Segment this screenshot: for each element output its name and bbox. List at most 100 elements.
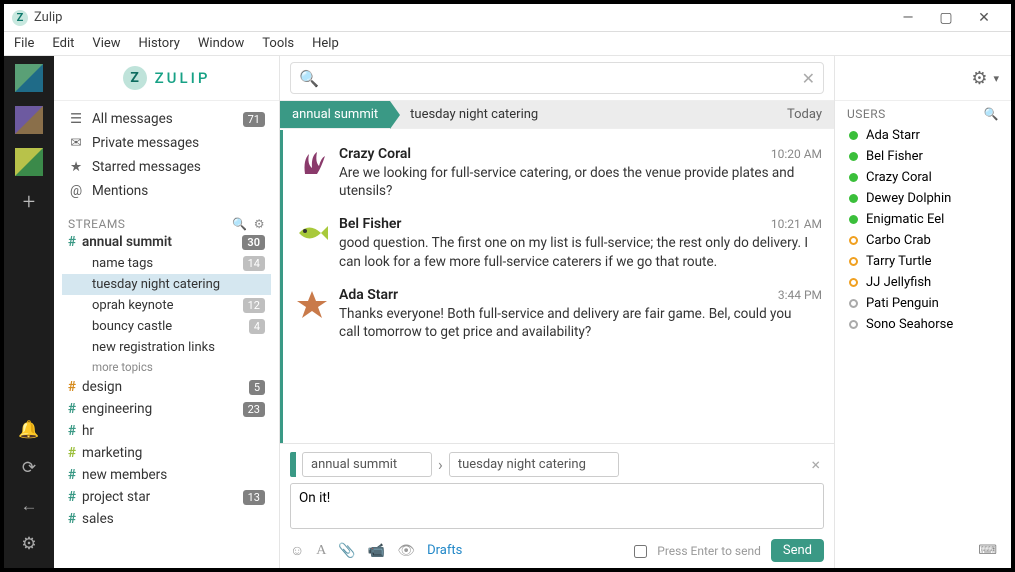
- format-icon[interactable]: A: [316, 543, 326, 559]
- menu-file[interactable]: File: [14, 36, 34, 51]
- nav-starred-messages[interactable]: ★ Starred messages: [62, 155, 271, 179]
- search-clear-icon[interactable]: ✕: [802, 69, 815, 88]
- refresh-icon[interactable]: ⟳: [22, 458, 36, 478]
- window-minimize-button[interactable]: —: [889, 10, 927, 26]
- send-button[interactable]: Send: [771, 539, 824, 562]
- keyboard-icon[interactable]: ⌨: [978, 543, 997, 558]
- message-time: 10:21 AM: [771, 217, 822, 231]
- window-close-button[interactable]: ✕: [965, 10, 1003, 26]
- more-topics-link[interactable]: more topics: [62, 358, 271, 376]
- nav-private-messages[interactable]: ✉ Private messages: [62, 131, 271, 155]
- hash-icon: #: [68, 445, 76, 461]
- drafts-link[interactable]: Drafts: [427, 543, 462, 558]
- presence-dot: [849, 320, 858, 329]
- stream-new-members[interactable]: #new members: [62, 464, 271, 486]
- workspace-2[interactable]: [15, 106, 43, 134]
- gear-icon[interactable]: ⚙: [971, 68, 987, 89]
- stream-settings-icon[interactable]: ⚙: [254, 217, 265, 231]
- streams-header-label: STREAMS: [68, 217, 226, 231]
- menu-tools[interactable]: Tools: [262, 36, 294, 51]
- stream-label: annual summit: [82, 234, 236, 250]
- preview-icon[interactable]: 👁: [397, 543, 415, 559]
- user-name: Crazy Coral: [866, 170, 932, 185]
- topic-label: tuesday night catering: [92, 277, 265, 292]
- emoji-icon[interactable]: ☺: [290, 542, 304, 559]
- menubar: File Edit View History Window Tools Help: [4, 32, 1011, 56]
- search-input[interactable]: [325, 70, 802, 86]
- attach-icon[interactable]: 📎: [338, 543, 355, 559]
- compose-textarea[interactable]: [290, 483, 824, 529]
- brand-logo: Z ZULIP: [54, 56, 279, 101]
- user-name: Dewey Dolphin: [866, 191, 951, 206]
- crumb-topic[interactable]: tuesday night catering: [390, 107, 787, 122]
- stream-sales[interactable]: #sales: [62, 508, 271, 530]
- window-maximize-button[interactable]: ▢: [927, 10, 965, 26]
- stream-label: design: [82, 379, 243, 395]
- bell-icon[interactable]: 🔔: [18, 420, 39, 440]
- crumb-stream[interactable]: annual summit: [280, 101, 390, 128]
- user-name: Bel Fisher: [866, 149, 923, 164]
- user-search-icon[interactable]: 🔍: [984, 107, 999, 121]
- compose-close-icon[interactable]: ×: [807, 455, 824, 474]
- stream-search-icon[interactable]: 🔍: [232, 217, 247, 231]
- message-sender[interactable]: Ada Starr: [339, 287, 398, 303]
- enter-to-send-checkbox[interactable]: [634, 545, 647, 558]
- user-ada-starr[interactable]: Ada Starr: [841, 125, 1005, 146]
- topic-tuesday-night-catering[interactable]: tuesday night catering: [62, 274, 271, 295]
- stream-badge: 30: [242, 235, 265, 250]
- brand-glyph: Z: [123, 66, 147, 90]
- add-workspace-button[interactable]: +: [23, 190, 35, 215]
- menu-window[interactable]: Window: [198, 36, 244, 51]
- message-sender[interactable]: Crazy Coral: [339, 146, 411, 162]
- user-name: Carbo Crab: [866, 233, 931, 248]
- hash-icon: #: [68, 511, 76, 527]
- stream-hr[interactable]: #hr: [62, 420, 271, 442]
- video-icon[interactable]: 📹: [368, 543, 385, 559]
- menu-help[interactable]: Help: [312, 36, 339, 51]
- topic-new-registration-links[interactable]: new registration links: [62, 337, 271, 358]
- workspace-1[interactable]: [15, 64, 43, 92]
- stream-label: engineering: [82, 401, 237, 417]
- compose-topic-input[interactable]: [449, 452, 619, 477]
- topic-oprah-keynote[interactable]: oprah keynote12: [62, 295, 271, 316]
- titlebar-logo-icon: Z: [12, 10, 28, 26]
- stream-marketing[interactable]: #marketing: [62, 442, 271, 464]
- workspace-3[interactable]: [15, 148, 43, 176]
- stream-design[interactable]: #design5: [62, 376, 271, 398]
- stream-annual-summit[interactable]: #annual summit30: [62, 231, 271, 253]
- user-pati-penguin[interactable]: Pati Penguin: [841, 293, 1005, 314]
- enter-to-send-label: Press Enter to send: [657, 544, 761, 558]
- user-bel-fisher[interactable]: Bel Fisher: [841, 146, 1005, 167]
- topic-name-tags[interactable]: name tags14: [62, 253, 271, 274]
- stream-engineering[interactable]: #engineering23: [62, 398, 271, 420]
- user-sono-seahorse[interactable]: Sono Seahorse: [841, 314, 1005, 335]
- menu-view[interactable]: View: [92, 36, 120, 51]
- chevron-down-icon[interactable]: ▾: [993, 72, 999, 85]
- user-carbo-crab[interactable]: Carbo Crab: [841, 230, 1005, 251]
- nav-all-messages[interactable]: ☰ All messages 71: [62, 107, 271, 131]
- compose-box: › × ☺ A 📎 📹 👁 Drafts Press Enter to send: [280, 443, 834, 568]
- user-tarry-turtle[interactable]: Tarry Turtle: [841, 251, 1005, 272]
- user-crazy-coral[interactable]: Crazy Coral: [841, 167, 1005, 188]
- message-sender[interactable]: Bel Fisher: [339, 216, 401, 232]
- settings-gear-icon[interactable]: ⚙: [21, 534, 36, 554]
- compose-stream-input[interactable]: [302, 452, 432, 477]
- user-jj-jellyfish[interactable]: JJ Jellyfish: [841, 272, 1005, 293]
- search-box[interactable]: 🔍 ✕: [290, 62, 824, 94]
- user-dewey-dolphin[interactable]: Dewey Dolphin: [841, 188, 1005, 209]
- back-icon[interactable]: ←: [20, 496, 37, 516]
- presence-dot: [849, 236, 858, 245]
- stream-label: project star: [82, 489, 237, 505]
- stream-project-star[interactable]: #project star13: [62, 486, 271, 508]
- at-icon: @: [68, 183, 84, 199]
- menu-edit[interactable]: Edit: [52, 36, 74, 51]
- topic-bouncy-castle[interactable]: bouncy castle4: [62, 316, 271, 337]
- message-body: Are we looking for full-service catering…: [339, 164, 809, 200]
- avatar: [295, 146, 329, 180]
- avatar: [295, 287, 329, 321]
- avatar: [295, 216, 329, 250]
- menu-history[interactable]: History: [139, 36, 180, 51]
- nav-mentions[interactable]: @ Mentions: [62, 179, 271, 203]
- user-enigmatic-eel[interactable]: Enigmatic Eel: [841, 209, 1005, 230]
- message-body: Thanks everyone! Both full-service and d…: [339, 305, 809, 341]
